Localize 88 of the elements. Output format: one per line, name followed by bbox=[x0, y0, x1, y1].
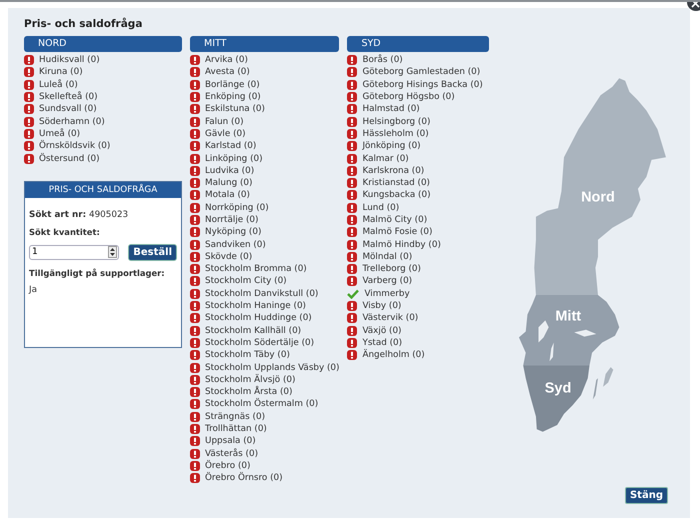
store-name: Örebro Örnsro (0) bbox=[205, 473, 283, 484]
dialog-title: Pris- och saldofråga bbox=[24, 18, 144, 30]
store-name: Växjö (0) bbox=[362, 326, 402, 336]
store-name: Avesta (0) bbox=[205, 67, 250, 78]
store-name: Arvika (0) bbox=[205, 55, 248, 66]
store-name: Kungsbacka (0) bbox=[362, 190, 430, 200]
store-name: Stockholm Älvsjö (0) bbox=[205, 374, 296, 385]
close-button[interactable]: Stäng bbox=[624, 487, 668, 504]
region-label: Nord bbox=[580, 189, 614, 206]
island bbox=[592, 378, 598, 400]
store-name: Stockholm Upplands Väsby (0) bbox=[205, 362, 340, 373]
store-name: Malung (0) bbox=[205, 178, 252, 188]
store-name: Stockholm Danvikstull (0) bbox=[205, 288, 318, 299]
store-name: Stockholm Årsta (0) bbox=[205, 387, 292, 398]
store-name: Kiruna (0) bbox=[39, 67, 83, 78]
store-name: Örnsköldsvik (0) bbox=[39, 141, 110, 152]
close-icon[interactable] bbox=[686, 2, 700, 12]
store-name: Karlskrona (0) bbox=[362, 166, 424, 176]
store-name: Stockholm Södertälje (0) bbox=[205, 338, 314, 348]
store-name: Jönköping (0) bbox=[362, 141, 421, 152]
store-name: Skövde (0) bbox=[205, 252, 252, 262]
store-name: Strängnäs (0) bbox=[205, 412, 266, 422]
availability-label: Tillgängligt på supportlager: bbox=[29, 266, 166, 279]
store-name: Stockholm Huddinge (0) bbox=[205, 313, 312, 324]
store-name: Borås (0) bbox=[362, 55, 403, 66]
availability-value: Ja bbox=[29, 284, 38, 295]
store-name: Örebro (0) bbox=[205, 460, 250, 471]
store-name: Kristianstad (0) bbox=[362, 178, 430, 188]
region-header: MITT bbox=[190, 36, 340, 52]
store-name: Norrköping (0) bbox=[205, 202, 269, 213]
store-name: Göteborg Gamlestaden (0) bbox=[362, 67, 480, 78]
store-name: Umeå (0) bbox=[39, 128, 80, 139]
store-name: Östersund (0) bbox=[39, 154, 100, 164]
store-name: Uppsala (0) bbox=[205, 436, 256, 446]
store-name: Skellefteå (0) bbox=[39, 92, 98, 102]
store-name: Mölndal (0) bbox=[362, 252, 412, 262]
store-name: Luleå (0) bbox=[39, 80, 78, 90]
store-name: Västerås (0) bbox=[205, 448, 258, 459]
store-name: Hässleholm (0) bbox=[362, 128, 429, 139]
region-header: SYD bbox=[347, 36, 489, 52]
store-name: Stockholm Östermalm (0) bbox=[205, 399, 318, 410]
region-label: Syd bbox=[544, 380, 571, 397]
store-name: Göteborg Högsbo (0) bbox=[362, 92, 455, 102]
store-name: Ängelholm (0) bbox=[362, 350, 425, 360]
store-name: Linköping (0) bbox=[205, 154, 263, 164]
order-button[interactable]: Beställ bbox=[128, 244, 177, 261]
store-name: Stockholm Kallhäll (0) bbox=[205, 326, 302, 336]
region-header: NORD bbox=[24, 36, 182, 52]
store-name: Stockholm Bromma (0) bbox=[205, 264, 307, 274]
store-name: Sundsvall (0) bbox=[39, 104, 97, 114]
store-name: Stockholm Täby (0) bbox=[205, 350, 290, 360]
store-name: Varberg (0) bbox=[362, 276, 412, 286]
store-name: Kalmar (0) bbox=[362, 154, 409, 164]
store-name: Nyköping (0) bbox=[205, 227, 262, 238]
island bbox=[602, 367, 613, 387]
store-name: Eskilstuna (0) bbox=[205, 104, 265, 114]
store-name: Halmstad (0) bbox=[362, 104, 420, 114]
spinner-icon[interactable] bbox=[108, 246, 117, 258]
region-label: Mitt bbox=[554, 308, 581, 324]
store-name: Söderhamn (0) bbox=[39, 116, 105, 127]
store-name: Falun (0) bbox=[205, 116, 244, 127]
info-panel-title: PRIS- OCH SALDOFRÅGA bbox=[25, 182, 181, 198]
store-name: Ludvika (0) bbox=[205, 166, 254, 176]
store-name: Trelleborg (0) bbox=[362, 264, 421, 274]
store-name: Motala (0) bbox=[205, 190, 250, 200]
store-name: Visby (0) bbox=[362, 301, 402, 312]
quantity-label: Sökt kvantitet: bbox=[29, 226, 101, 238]
article-number: Sökt art nr: 4905023 bbox=[29, 210, 130, 220]
store-name: Stockholm City (0) bbox=[205, 276, 287, 286]
store-name: Västervik (0) bbox=[362, 313, 418, 324]
store-name: Enköping (0) bbox=[205, 92, 261, 102]
store-name: Vimmerby bbox=[364, 288, 410, 299]
store-name: Malmö City (0) bbox=[362, 215, 428, 225]
store-name: Sandviken (0) bbox=[205, 240, 266, 250]
store-name: Borlänge (0) bbox=[205, 80, 260, 90]
store-name: Stockholm Haninge (0) bbox=[205, 301, 306, 312]
store-name: Malmö Fosie (0) bbox=[362, 227, 432, 238]
store-name: Trollhättan (0) bbox=[205, 424, 267, 434]
quantity-field[interactable]: 1 bbox=[29, 244, 119, 260]
store-name: Ystad (0) bbox=[362, 338, 402, 348]
store-name: Hudiksvall (0) bbox=[39, 55, 100, 66]
store-name: Malmö Hindby (0) bbox=[362, 240, 441, 250]
store-name: Karlstad (0) bbox=[205, 141, 256, 152]
store-name: Göteborg Hisings Backa (0) bbox=[362, 80, 483, 90]
store-name: Norrtälje (0) bbox=[205, 215, 258, 225]
store-name: Gävle (0) bbox=[205, 128, 246, 139]
store-name: Helsingborg (0) bbox=[362, 116, 430, 127]
store-name: Lund (0) bbox=[362, 202, 400, 213]
